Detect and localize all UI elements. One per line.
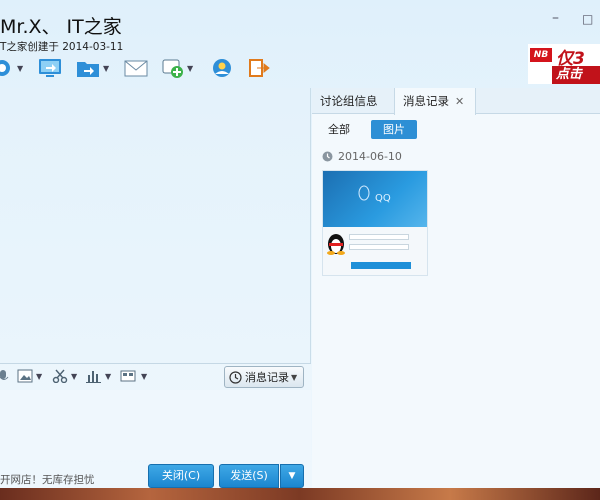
voice-icon — [0, 370, 9, 380]
chevron-down-icon: ▼ — [141, 371, 148, 381]
desktop-background — [0, 488, 600, 500]
window-subtitle: T之家创建于 2014-03-11 — [0, 41, 124, 53]
ad-banner[interactable]: NB 仅3 点击 — [528, 44, 600, 84]
message-history-label: 消息记录 — [245, 371, 289, 384]
chat-window: Mr.X、 IT之家 T之家创建于 2014-03-11 – □ NB 仅3 点… — [0, 0, 600, 488]
qq-penguin-icon — [358, 185, 370, 201]
thumbnail-password-field — [349, 244, 409, 250]
image-icon — [17, 369, 33, 383]
ad-brand-logo: NB — [530, 48, 552, 62]
screen-share-icon — [39, 59, 61, 77]
date-header: 2014-06-10 — [322, 150, 402, 163]
clock-icon — [229, 370, 242, 384]
message-history-button[interactable]: 消息记录 ▼ — [224, 366, 304, 388]
screenshot-scissors-icon — [52, 369, 68, 383]
add-app-button[interactable]: ▼ — [162, 56, 193, 80]
chevron-down-icon: ▼ — [187, 63, 194, 73]
close-button[interactable]: 关闭(C) — [148, 464, 214, 488]
message-display-area[interactable] — [0, 88, 311, 363]
tab-group-info[interactable]: 讨论组信息 — [312, 88, 392, 114]
side-panel: 讨论组信息 消息记录 ✕ 全部 图片 2014-06-10 QQ — [312, 88, 600, 488]
exit-group-button[interactable] — [248, 56, 270, 80]
screenshot-button[interactable]: ▼ — [52, 369, 77, 383]
qq-penguin-icon — [327, 234, 345, 255]
exit-icon — [249, 59, 270, 77]
thumbnail-login-button — [351, 262, 411, 269]
history-date: 2014-06-10 — [338, 150, 402, 163]
chevron-down-icon: ▼ — [103, 63, 110, 73]
top-toolbar: ▼ ▼ ▼ — [0, 56, 290, 84]
side-panel-tabs: 讨论组信息 消息记录 ✕ — [312, 88, 600, 115]
chevron-down-icon: ▼ — [17, 63, 24, 73]
ad-notice-text[interactable]: 开网店！无库存担忧 — [0, 472, 95, 487]
send-options-button[interactable]: ▼ — [280, 464, 304, 488]
chevron-down-icon: ▼ — [71, 371, 78, 381]
tab-label: 消息记录 — [403, 94, 449, 108]
music-bars-icon — [86, 371, 101, 383]
image-thumbnail[interactable]: QQ — [322, 170, 428, 276]
image-button[interactable]: ▼ — [17, 369, 42, 383]
thumbnail-username-field — [349, 234, 409, 240]
close-icon[interactable]: ✕ — [455, 95, 464, 108]
message-input[interactable] — [0, 390, 311, 460]
file-transfer-icon — [77, 62, 99, 77]
divider — [0, 363, 311, 364]
chevron-down-icon: ▼ — [105, 371, 112, 381]
video-call-button[interactable]: ▼ — [0, 56, 23, 80]
filter-all-button[interactable]: 全部 — [328, 121, 350, 139]
filter-pictures-button[interactable]: 图片 — [371, 120, 417, 139]
maximize-button[interactable]: □ — [582, 12, 593, 26]
group-member-button[interactable] — [210, 56, 234, 80]
group-member-icon — [213, 59, 231, 77]
more-button[interactable]: ▼ — [120, 369, 147, 383]
tab-message-history[interactable]: 消息记录 ✕ — [394, 88, 476, 115]
thumbnail-banner: QQ — [323, 171, 427, 227]
screen-share-button[interactable] — [38, 56, 62, 80]
more-icon — [120, 370, 136, 382]
thumbnail-qq-text: QQ — [375, 193, 391, 204]
mail-icon — [124, 60, 148, 77]
chevron-down-icon: ▼ — [288, 471, 296, 481]
ad-bottom-text: 点击 — [552, 66, 600, 84]
send-button[interactable]: 发送(S) — [219, 464, 279, 488]
tab-label: 讨论组信息 — [320, 94, 378, 108]
chevron-down-icon: ▼ — [291, 372, 298, 382]
add-app-icon — [162, 59, 183, 78]
voice-button[interactable] — [0, 369, 10, 383]
mail-button[interactable] — [124, 56, 148, 80]
music-button[interactable]: ▼ — [86, 369, 111, 383]
window-title: Mr.X、 IT之家 — [0, 16, 122, 38]
clock-icon — [322, 151, 333, 162]
video-call-icon — [0, 60, 10, 76]
file-transfer-button[interactable]: ▼ — [76, 56, 109, 80]
minimize-button[interactable]: – — [552, 10, 559, 26]
chevron-down-icon: ▼ — [36, 371, 43, 381]
